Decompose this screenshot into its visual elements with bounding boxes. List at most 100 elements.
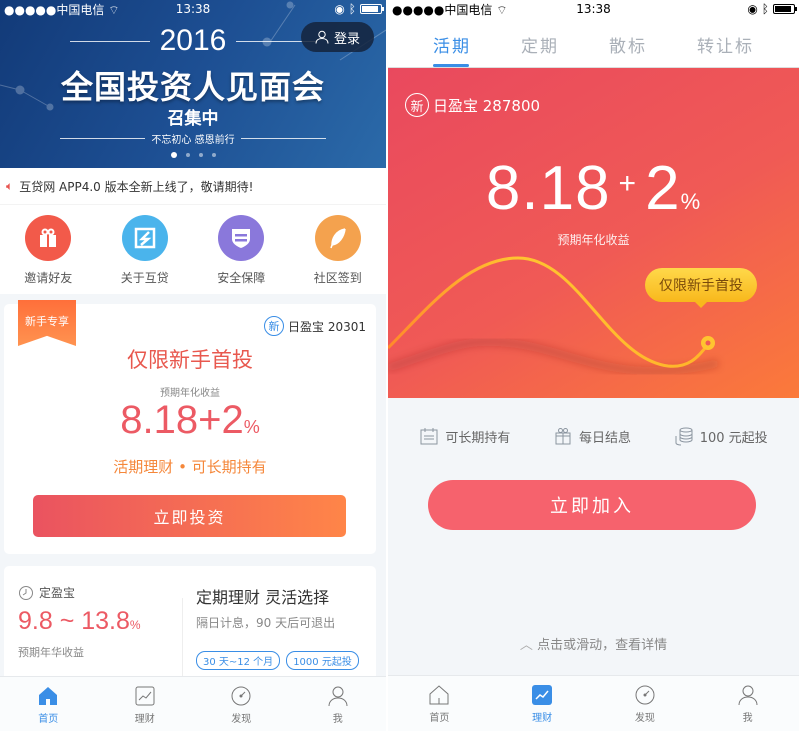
details-hint[interactable]: ︿ 点击或滑动，查看详情 <box>388 634 799 653</box>
rate-label: 预期年化收益 <box>160 388 220 399</box>
bottom-tabbar: 首页 理财 发现 我 <box>0 676 386 731</box>
tab-me[interactable]: 我 <box>290 677 387 731</box>
logo-icon <box>121 215 168 261</box>
product-tag: 新 日盈宝 20301 <box>264 316 366 336</box>
carousel-dots[interactable] <box>0 152 386 158</box>
rate-unit: % <box>680 189 702 214</box>
home-icon <box>39 687 58 705</box>
invest-now-button[interactable]: 立即投资 <box>33 495 346 537</box>
rate-range: 9.8 ~ 13.8% <box>18 607 141 635</box>
home-screen: 2016 全国投资人见面会 召集中 不忘初心 感恩前行 登录 ●●●●●中国电信… <box>0 0 386 731</box>
wifi-icon: ⌔ <box>496 2 508 17</box>
card-title: 仅限新手首投 <box>127 348 253 372</box>
product-id-row: 新 日盈宝 287800 <box>405 93 540 117</box>
feature-item: 100 元起投 <box>674 426 768 446</box>
feature-item: 每日结息 <box>553 426 631 446</box>
product-name-row: 定盈宝 <box>18 584 141 601</box>
feather-icon <box>314 215 361 261</box>
carousel-dot[interactable] <box>198 153 203 157</box>
chart-icon <box>532 685 553 705</box>
quick-links: 邀请好友 关于互贷 安全保障 社区签到 <box>0 204 386 294</box>
fixed-product-card[interactable]: 定盈宝 9.8 ~ 13.8% 预期年华收益 定期理财 灵活选择 隔日计息，90… <box>4 566 376 686</box>
rate-display: 8.18 +2% <box>388 153 799 224</box>
rate-label: 预期年化收益 <box>557 233 630 247</box>
quick-link-invite[interactable]: 邀请好友 <box>8 215 88 294</box>
tab-current[interactable]: 活期 <box>433 32 471 67</box>
notice-text: 互贷网 APP4.0 版本全新上线了，敬请期待! <box>19 179 254 194</box>
promo-banner[interactable]: 2016 全国投资人见面会 召集中 不忘初心 感恩前行 登录 <box>0 0 386 168</box>
quick-link-checkin[interactable]: 社区签到 <box>298 215 378 294</box>
new-badge-icon: 新 <box>264 316 284 336</box>
notice-bar[interactable]: 🔈︎ 互贷网 APP4.0 版本全新上线了，敬请期待! <box>0 168 386 204</box>
newbie-ribbon: 新手专享 <box>18 300 76 346</box>
lock-rotation-icon: ◉ <box>334 2 345 16</box>
tab-home[interactable]: 首页 <box>0 677 97 731</box>
shield-icon <box>218 215 265 261</box>
rate-bonus: 2 <box>645 154 681 223</box>
tab-home[interactable]: 首页 <box>388 676 491 731</box>
tab-loans[interactable]: 散标 <box>609 32 647 65</box>
wifi-icon: ⌔ <box>108 2 120 17</box>
bluetooth-icon: ᛒ <box>761 2 769 16</box>
banner-year: 2016 <box>159 24 227 57</box>
product-hero[interactable]: 新 日盈宝 287800 8.18 +2% 预期年化收益 仅限新手首投 <box>388 68 799 398</box>
rate-range-label: 预期年华收益 <box>18 646 84 659</box>
clock-coin-icon <box>19 585 33 600</box>
quick-link-label: 社区签到 <box>313 271 362 285</box>
banner-headline: 全国投资人见面会 <box>60 68 325 106</box>
carousel-dot[interactable] <box>170 152 177 158</box>
finance-screen: ●●●●●中国电信 ⌔ 13:38 ◉ ᛒ 活期 定期 散标 转让标 新 日盈宝 … <box>388 0 799 731</box>
card-features: 活期理财 • 可长期持有 <box>113 458 267 476</box>
status-bar: ●●●●●中国电信 ⌔ 13:38 ◉ ᛒ <box>0 0 386 18</box>
user-icon <box>328 686 348 707</box>
feature-item: 可长期持有 <box>419 426 510 446</box>
fixed-desc: 隔日计息，90 天后可退出 <box>196 616 336 630</box>
speaker-icon: 🔈︎ <box>6 178 14 193</box>
gift-icon <box>555 428 571 445</box>
quick-link-label: 安全保障 <box>217 271 266 285</box>
tab-finance[interactable]: 理财 <box>97 677 194 731</box>
login-button[interactable]: 登录 <box>300 22 374 52</box>
carrier: ●●●●●中国电信 ⌔ <box>4 2 120 17</box>
tab-discover[interactable]: 发现 <box>594 676 697 731</box>
compass-icon <box>231 686 251 706</box>
chart-icon <box>135 686 155 706</box>
term-tag: 30 天~12 个月 <box>196 651 281 670</box>
newbie-product-card[interactable]: 新手专享 新 日盈宝 20301 仅限新手首投 预期年化收益 8.18+2% 活… <box>4 300 376 554</box>
tab-discover[interactable]: 发现 <box>193 677 290 731</box>
compass-icon <box>635 685 655 705</box>
carousel-dot[interactable] <box>185 153 190 157</box>
rate-value: 8.18+2% <box>120 398 260 442</box>
status-bar: ●●●●●中国电信 ⌔ 13:38 ◉ ᛒ <box>388 0 799 18</box>
battery-icon <box>360 4 384 14</box>
banner-subline: 召集中 <box>167 109 219 129</box>
tab-me[interactable]: 我 <box>696 676 799 731</box>
carousel-dot[interactable] <box>211 153 216 157</box>
quick-link-label: 关于互贷 <box>120 271 169 285</box>
battery-icon <box>773 4 797 14</box>
tab-fixed[interactable]: 定期 <box>521 32 559 65</box>
join-now-button[interactable]: 立即加入 <box>428 480 756 530</box>
divider <box>182 598 183 678</box>
new-badge-icon: 新 <box>405 93 429 117</box>
min-invest-tag: 1000 元起投 <box>286 651 359 670</box>
newbie-bubble: 仅限新手首投 <box>645 268 757 302</box>
banner-slogan: 不忘初心 感恩前行 <box>151 135 235 146</box>
product-tabs: 活期 定期 散标 转让标 <box>388 32 799 67</box>
lock-rotation-icon: ◉ <box>747 2 758 16</box>
rate-plus: + <box>618 167 638 200</box>
tab-transfer[interactable]: 转让标 <box>697 32 754 65</box>
quick-link-security[interactable]: 安全保障 <box>201 215 281 294</box>
login-label: 登录 <box>333 31 360 47</box>
quick-link-about[interactable]: 关于互贷 <box>105 215 185 294</box>
home-icon <box>429 685 449 705</box>
clock: 13:38 <box>576 2 611 16</box>
bottom-tabbar: 首页 理财 发现 我 <box>388 675 799 731</box>
calendar-icon <box>420 428 438 445</box>
product-name: 日盈宝 20301 <box>288 319 366 334</box>
rate-base: 8.18 <box>485 154 611 223</box>
tab-finance[interactable]: 理财 <box>491 676 594 731</box>
bluetooth-icon: ᛒ <box>348 2 356 16</box>
feature-list: 可长期持有 每日结息 100 元起投 <box>388 426 799 446</box>
clock: 13:38 <box>175 2 211 16</box>
